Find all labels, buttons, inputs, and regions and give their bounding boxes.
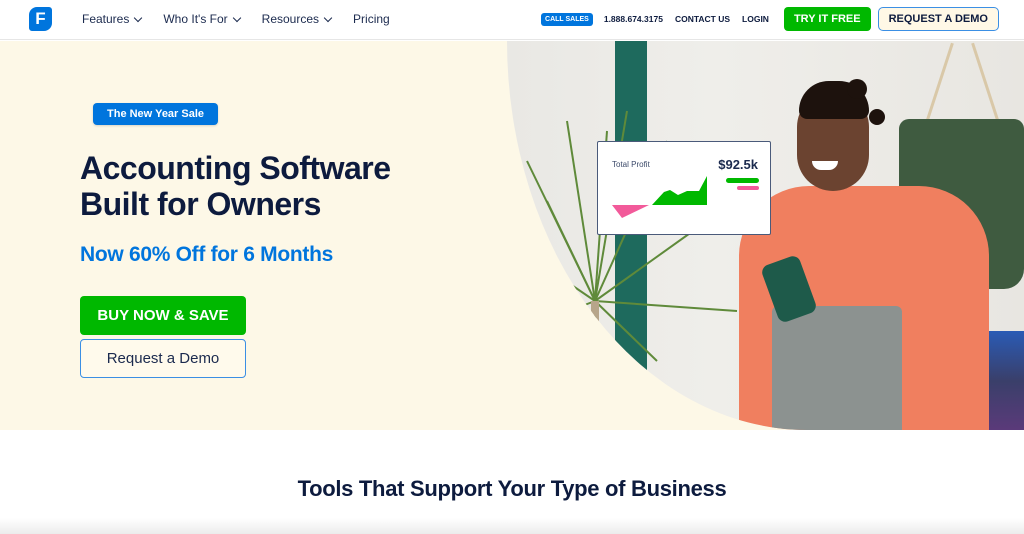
nav-item-label: Resources — [261, 12, 320, 26]
primary-nav: Features Who It's For Resources Pricing — [82, 0, 390, 38]
nav-item-label: Features — [82, 12, 130, 26]
legend-pink-bar — [737, 186, 759, 190]
chevron-down-icon — [134, 13, 143, 22]
call-sales-badge[interactable]: CALL SALES — [541, 12, 593, 26]
hero-photo — [507, 41, 1024, 430]
top-nav: F Features Who It's For Resources Pricin… — [0, 0, 1024, 40]
hero-headline: Accounting Software Built for Owners — [80, 150, 391, 222]
secondary-nav: CALL SALES 1.888.674.3175 CONTACT US LOG… — [541, 0, 999, 38]
headline-line-2: Built for Owners — [80, 186, 321, 222]
photo-hair-bun — [869, 109, 885, 125]
card-shadow-edge — [0, 518, 1024, 534]
profit-label: Total Profit — [612, 160, 650, 169]
freshbooks-logo[interactable]: F — [29, 7, 52, 31]
total-profit-card: Total Profit $92.5k — [597, 141, 771, 235]
section-title: Tools That Support Your Type of Business — [297, 476, 727, 501]
nav-item-pricing[interactable]: Pricing — [353, 12, 390, 26]
sale-badge: The New Year Sale — [93, 103, 219, 125]
chevron-down-icon — [323, 13, 333, 22]
photo-apron-strap — [923, 42, 954, 130]
nav-item-label: Pricing — [353, 12, 390, 26]
login-link[interactable]: LOGIN — [742, 14, 769, 24]
contact-us-link[interactable]: CONTACT US — [675, 14, 730, 24]
request-demo-nav-button[interactable]: REQUEST A DEMO — [877, 7, 999, 31]
hero-subhead: Now 60% Off for 6 Months — [80, 243, 333, 266]
nav-item-resources[interactable]: Resources — [261, 12, 333, 26]
chevron-down-icon — [232, 13, 241, 22]
profit-mini-chart — [612, 176, 707, 218]
nav-item-features[interactable]: Features — [82, 12, 143, 26]
logo-letter: F — [35, 9, 46, 28]
phone-link[interactable]: 1.888.674.3175 — [604, 14, 663, 24]
legend-green-bar — [726, 178, 759, 183]
nav-item-who-its-for[interactable]: Who It's For — [163, 12, 241, 26]
try-it-free-button[interactable]: TRY IT FREE — [783, 7, 871, 31]
profit-value: $92.5k — [718, 157, 758, 172]
photo-apron-strap — [971, 42, 1002, 130]
profit-area — [652, 176, 707, 205]
buy-now-button[interactable]: BUY NOW & SAVE — [80, 296, 246, 335]
photo-hair-bun — [847, 79, 867, 99]
loss-area — [612, 205, 649, 218]
headline-line-1: Accounting Software — [80, 150, 391, 186]
nav-item-label: Who It's For — [163, 12, 228, 26]
request-demo-button[interactable]: Request a Demo — [80, 339, 246, 378]
photo-person-apron — [772, 306, 902, 430]
